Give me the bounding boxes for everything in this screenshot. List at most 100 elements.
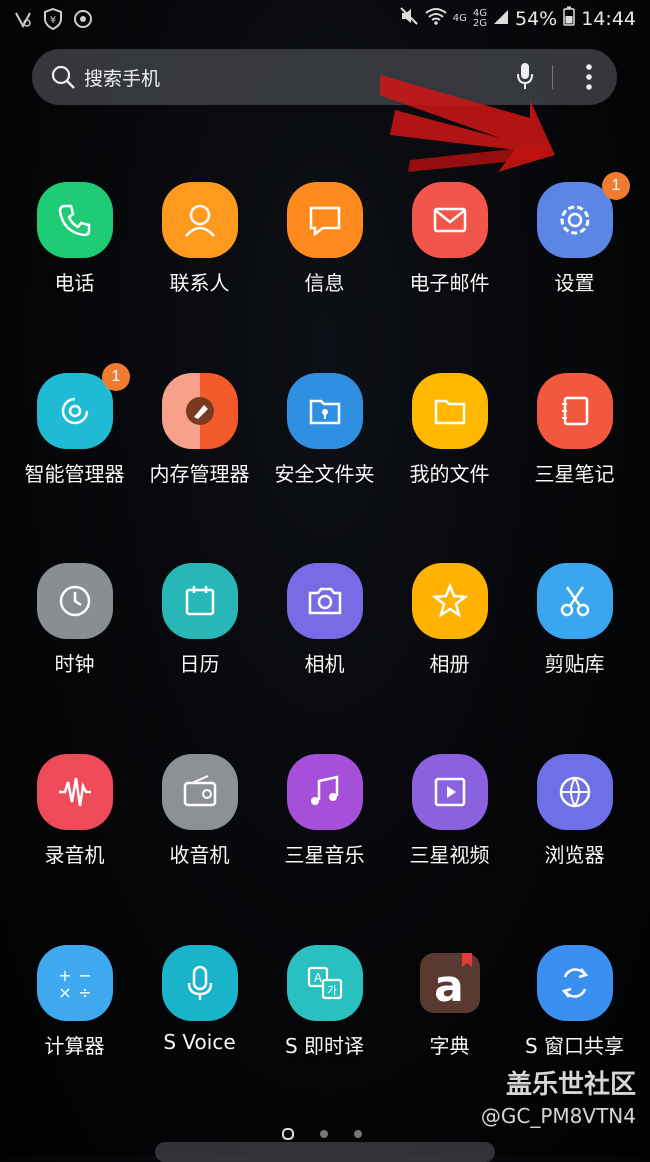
more-options-icon[interactable] bbox=[585, 63, 593, 95]
notification-badge: 1 bbox=[102, 363, 130, 391]
app-clock[interactable]: 时钟 bbox=[12, 563, 137, 713]
app-label: S 即时译 bbox=[284, 1034, 365, 1058]
clock-icon bbox=[37, 563, 113, 639]
search-bar[interactable]: 搜索手机 bbox=[32, 49, 617, 105]
search-icon bbox=[50, 64, 76, 94]
search-divider bbox=[552, 65, 553, 89]
settings-icon bbox=[537, 182, 613, 258]
app-label: S Voice bbox=[163, 1030, 236, 1054]
mic-icon[interactable] bbox=[515, 61, 535, 95]
page-dot-active[interactable] bbox=[282, 1128, 294, 1140]
page-dot[interactable] bbox=[320, 1130, 328, 1138]
app-label: 时钟 bbox=[54, 652, 95, 676]
clipboard-icon bbox=[537, 563, 613, 639]
network-type-1: 4G bbox=[452, 12, 467, 24]
app-browser[interactable]: 浏览器 bbox=[512, 754, 637, 904]
app-calendar[interactable]: 日历 bbox=[137, 563, 262, 713]
app-voice-recorder[interactable]: 录音机 bbox=[12, 754, 137, 904]
page-dot[interactable] bbox=[354, 1130, 362, 1138]
secure-folder-icon bbox=[287, 373, 363, 449]
s-voice-icon bbox=[162, 945, 238, 1021]
phone-icon bbox=[37, 182, 113, 258]
app-gallery[interactable]: 相册 bbox=[387, 563, 512, 713]
app-smart-manager[interactable]: 1 智能管理器 bbox=[12, 363, 137, 523]
app-clipboard[interactable]: 剪贴库 bbox=[512, 563, 637, 713]
app-label: 电子邮件 bbox=[409, 271, 490, 295]
app-label: 相机 bbox=[304, 652, 345, 676]
app-memory-manager[interactable]: 内存管理器 bbox=[137, 373, 262, 523]
app-contacts[interactable]: 联系人 bbox=[137, 182, 262, 332]
app-secure-folder[interactable]: 安全文件夹 bbox=[262, 373, 387, 523]
shield-icon: ¥ bbox=[42, 8, 64, 30]
app-camera[interactable]: 相机 bbox=[262, 563, 387, 713]
app-radio[interactable]: 收音机 bbox=[137, 754, 262, 904]
notification-icon bbox=[12, 8, 34, 30]
app-label: 日历 bbox=[179, 652, 220, 676]
app-label: 浏览器 bbox=[544, 843, 605, 867]
svg-text:¥: ¥ bbox=[50, 15, 56, 26]
dock-handle[interactable] bbox=[155, 1142, 495, 1162]
battery-percent: 54% bbox=[515, 7, 558, 30]
app-samsung-video[interactable]: 三星视频 bbox=[387, 754, 512, 904]
app-dictionary[interactable]: a 字典 bbox=[387, 945, 512, 1095]
app-label: 剪贴库 bbox=[544, 652, 605, 676]
app-label: 电话 bbox=[54, 271, 95, 295]
app-samsung-music[interactable]: 三星音乐 bbox=[262, 754, 387, 904]
svg-text:가: 가 bbox=[327, 984, 337, 997]
app-settings[interactable]: 1 设置 bbox=[512, 172, 637, 332]
s-window-share-icon bbox=[537, 945, 613, 1021]
app-label: 信息 bbox=[304, 271, 345, 295]
smart-manager-icon bbox=[37, 373, 113, 449]
status-bar: ¥ 4G 4G 2G 54% 14:44 bbox=[0, 0, 650, 40]
messages-icon bbox=[287, 182, 363, 258]
samsung-video-icon bbox=[412, 754, 488, 830]
svg-text:A: A bbox=[314, 971, 323, 985]
wifi-icon bbox=[425, 7, 447, 30]
search-placeholder: 搜索手机 bbox=[84, 68, 161, 90]
clock-time: 14:44 bbox=[581, 7, 636, 30]
contacts-icon bbox=[162, 182, 238, 258]
app-label: 内存管理器 bbox=[149, 462, 250, 486]
app-label: 相册 bbox=[429, 652, 470, 676]
app-label: 字典 bbox=[429, 1034, 470, 1058]
app-label: 设置 bbox=[554, 271, 595, 295]
svg-text:a: a bbox=[434, 961, 464, 1012]
app-s-voice[interactable]: S Voice bbox=[137, 945, 262, 1095]
app-calculator[interactable]: + − × ÷ 计算器 bbox=[12, 945, 137, 1095]
app-label: S 窗口共享 bbox=[524, 1034, 625, 1058]
app-label: 我的文件 bbox=[409, 462, 490, 486]
browser-icon bbox=[537, 754, 613, 830]
app-s-translate[interactable]: A가 S 即时译 bbox=[262, 945, 387, 1095]
app-label: 计算器 bbox=[44, 1034, 105, 1058]
app-messages[interactable]: 信息 bbox=[262, 182, 387, 332]
svg-text:×: × bbox=[58, 983, 71, 1002]
app-label: 三星视频 bbox=[409, 843, 490, 867]
camera-icon bbox=[287, 563, 363, 639]
app-label: 收音机 bbox=[169, 843, 230, 867]
app-label: 三星音乐 bbox=[284, 843, 365, 867]
notification-badge: 1 bbox=[602, 172, 630, 200]
svg-text:÷: ÷ bbox=[78, 983, 91, 1002]
app-email[interactable]: 电子邮件 bbox=[387, 182, 512, 332]
calculator-icon: + − × ÷ bbox=[37, 945, 113, 1021]
signal-icon bbox=[493, 8, 509, 30]
app-my-files[interactable]: 我的文件 bbox=[387, 373, 512, 523]
s-translate-icon: A가 bbox=[287, 945, 363, 1021]
watermark-title: 盖乐世社区 bbox=[505, 1070, 636, 1100]
app-label: 录音机 bbox=[44, 843, 105, 867]
app-phone[interactable]: 电话 bbox=[12, 182, 137, 332]
calendar-icon bbox=[162, 563, 238, 639]
gallery-icon bbox=[412, 563, 488, 639]
app-label: 安全文件夹 bbox=[274, 462, 375, 486]
samsung-music-icon bbox=[287, 754, 363, 830]
voice-recorder-icon bbox=[37, 754, 113, 830]
app-label: 智能管理器 bbox=[24, 462, 125, 486]
mute-icon bbox=[399, 6, 419, 31]
watermark-handle: @GC_PM8VTN4 bbox=[480, 1104, 636, 1128]
app-samsung-notes[interactable]: 三星笔记 bbox=[512, 373, 637, 523]
network-type-2: 4G 2G bbox=[472, 7, 487, 29]
email-icon bbox=[412, 182, 488, 258]
page-indicator[interactable] bbox=[282, 1128, 362, 1140]
samsung-notes-icon bbox=[537, 373, 613, 449]
radio-icon bbox=[162, 754, 238, 830]
